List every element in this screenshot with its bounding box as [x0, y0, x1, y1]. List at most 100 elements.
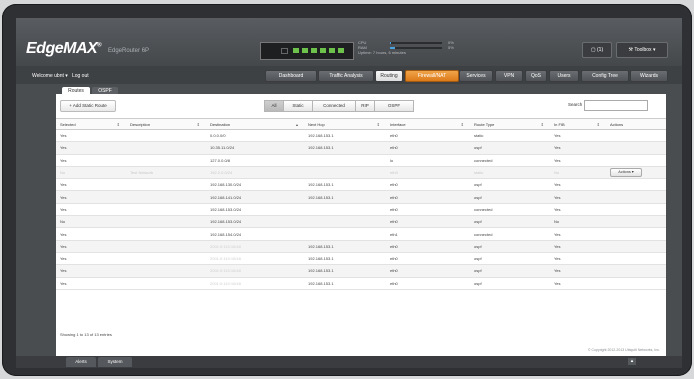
port-icon	[311, 48, 317, 53]
table-row[interactable]: Yes 192.168.154.0/24 eth1 connected Yes	[56, 227, 666, 241]
column-header[interactable]: In FIB ⇕	[550, 118, 606, 130]
nav-dashboard[interactable]: Dashboard	[265, 70, 317, 82]
nav-vpn[interactable]: VPN	[495, 70, 523, 82]
table-cell: 192.168.153.1	[304, 190, 386, 204]
search-input[interactable]	[584, 100, 648, 111]
column-header[interactable]: Route Type ⇕	[470, 118, 550, 130]
sort-icon[interactable]: ▴	[296, 122, 298, 127]
port-icon	[320, 48, 326, 53]
device-bezel: EdgeMAX® EdgeRouter 6P CPU RAM Uptime: 7…	[2, 4, 692, 376]
table-cell: Yes	[56, 141, 126, 155]
nav-qos[interactable]: QoS	[525, 70, 547, 82]
table-cell: Test Network	[126, 166, 206, 180]
toolbox-label: Toolbox	[634, 47, 652, 53]
table-row[interactable]: Yes 2001:0:119:10/48 192.168.153.1 eth0 ospf…	[56, 240, 666, 253]
table-cell: eth1	[386, 227, 470, 241]
nav-routing[interactable]: Routing	[375, 70, 403, 82]
column-header[interactable]: Interface ⇕	[386, 118, 470, 130]
routes-panel: + Add Static Route All Static Connected RIP…	[56, 94, 666, 356]
nav-users[interactable]: Users	[549, 70, 579, 82]
logout-link[interactable]: Log out	[72, 73, 89, 79]
routes-table: Selected ⇕ Description ⇕ Destination ▴ Next Ho…	[56, 118, 666, 290]
table-cell: ospf	[470, 141, 550, 155]
table-row[interactable]: Yes 2001:0:119:10/48 192.168.153.1 eth0 ospf…	[56, 277, 666, 290]
table-body: Yes 0.0.0.0/0 192.168.153.1 eth0 static Yes Ye…	[56, 129, 666, 290]
sort-icon[interactable]: ⇕	[461, 122, 464, 127]
table-cell: ospf	[470, 264, 550, 278]
tab-alerts[interactable]: Alerts	[66, 357, 96, 367]
alert-icon: ▢	[590, 47, 596, 53]
table-cell: Yes	[550, 178, 606, 192]
chevron-down-icon: ▾	[630, 170, 634, 175]
table-cell: Yes	[550, 240, 606, 253]
filter-static[interactable]: Static	[283, 100, 313, 112]
table-row[interactable]: Yes 127.0.0.0/8 lo connected Yes	[56, 154, 666, 167]
add-static-route-button[interactable]: + Add Static Route	[60, 100, 116, 112]
table-row[interactable]: Yes 192.168.130.0/24 192.168.153.1 eth0 ospf…	[56, 178, 666, 192]
filter-connected[interactable]: Connected	[312, 100, 356, 112]
table-row[interactable]: No 192.168.153.0/24 eth0 ospf No	[56, 215, 666, 229]
sort-icon[interactable]: ⇕	[117, 122, 120, 127]
sort-icon[interactable]: ⇕	[377, 122, 380, 127]
table-row[interactable]: No Test Network 192.2.0.0/24 eth3 static No Ac…	[56, 166, 666, 180]
nav-services[interactable]: Services	[459, 70, 493, 82]
table-cell	[606, 154, 666, 167]
table-cell	[606, 227, 666, 241]
table-cell	[126, 264, 206, 278]
table-row[interactable]: Yes 10.35.11.0/24 192.168.153.1 eth0 ospf Yes	[56, 141, 666, 155]
sort-icon[interactable]: ⇕	[541, 122, 544, 127]
sort-icon[interactable]: ⇕	[597, 122, 600, 127]
chevron-up-icon[interactable]: ▴	[628, 358, 636, 365]
table-cell	[126, 240, 206, 253]
port-status	[260, 42, 354, 60]
nav-wizards[interactable]: Wizards	[630, 70, 668, 82]
nav-traffic-analysis[interactable]: Traffic Analysis	[318, 70, 374, 82]
column-header[interactable]: Actions	[606, 118, 666, 130]
welcome-menu[interactable]: Welcome ubnt ▾ Log out	[32, 73, 89, 79]
nav-firewall-nat[interactable]: Firewall/NAT	[405, 70, 459, 82]
table-cell: 192.168.154.0/24	[206, 227, 304, 241]
table-cell: Yes	[550, 141, 606, 155]
table-cell: 192.168.153.1	[304, 252, 386, 266]
table-cell: No	[56, 166, 126, 180]
column-header-label: In FIB	[554, 121, 565, 127]
table-cell	[126, 190, 206, 204]
table-cell	[606, 277, 666, 290]
table-row[interactable]: Yes 192.168.153.0/24 eth0 connected Yes	[56, 203, 666, 217]
table-cell: Yes	[550, 252, 606, 266]
table-cell: 2001:0:119:10/48	[206, 264, 304, 278]
table-cell: ospf	[470, 190, 550, 204]
alerts-button[interactable]: ▢ (1)	[582, 42, 612, 58]
table-cell: Yes	[56, 178, 126, 192]
table-row[interactable]: Yes 2001:0:119:10/48 192.168.153.1 eth0 ospf…	[56, 264, 666, 278]
table-cell	[304, 215, 386, 229]
table-cell: 192.168.153.1	[304, 277, 386, 290]
filter-rip[interactable]: RIP	[355, 100, 375, 112]
column-header-label: Next Hop	[308, 121, 325, 127]
table-row[interactable]: Yes 2001:0:119:10/48 192.168.153.1 eth0 ospf…	[56, 252, 666, 266]
table-cell: 192.168.153.1	[304, 141, 386, 155]
column-header[interactable]: Description ⇕	[126, 118, 206, 130]
table-cell	[126, 154, 206, 167]
chevron-down-icon: ▾	[65, 73, 68, 79]
toolbox-button[interactable]: ⚒ Toolbox ▾	[616, 42, 668, 58]
table-cell: eth0	[386, 190, 470, 204]
sort-icon[interactable]: ⇕	[197, 122, 200, 127]
tab-system[interactable]: System	[98, 357, 132, 367]
table-cell: eth0	[386, 215, 470, 229]
copyright: © Copyright 2012-2013 Ubiquiti Networks,…	[587, 348, 660, 352]
ram-bar	[390, 47, 442, 49]
nav-config-tree[interactable]: Config Tree	[581, 70, 629, 82]
column-header[interactable]: Next Hop ⇕	[304, 118, 386, 130]
table-cell	[126, 178, 206, 192]
filter-all[interactable]: All	[264, 100, 284, 112]
table-row[interactable]: Yes 192.168.141.0/24 192.168.153.1 eth0 ospf…	[56, 190, 666, 204]
table-row[interactable]: Yes 0.0.0.0/0 192.168.153.1 eth0 static Yes	[56, 129, 666, 143]
filter-ospf[interactable]: OSPF	[374, 100, 414, 112]
column-header[interactable]: Selected ⇕	[56, 118, 126, 130]
column-header[interactable]: Destination ▴	[206, 118, 304, 130]
table-cell: 10.35.11.0/24	[206, 141, 304, 155]
row-actions-button[interactable]: Actions ▾	[610, 168, 642, 178]
table-cell: Yes	[56, 129, 126, 143]
table-cell	[304, 203, 386, 217]
